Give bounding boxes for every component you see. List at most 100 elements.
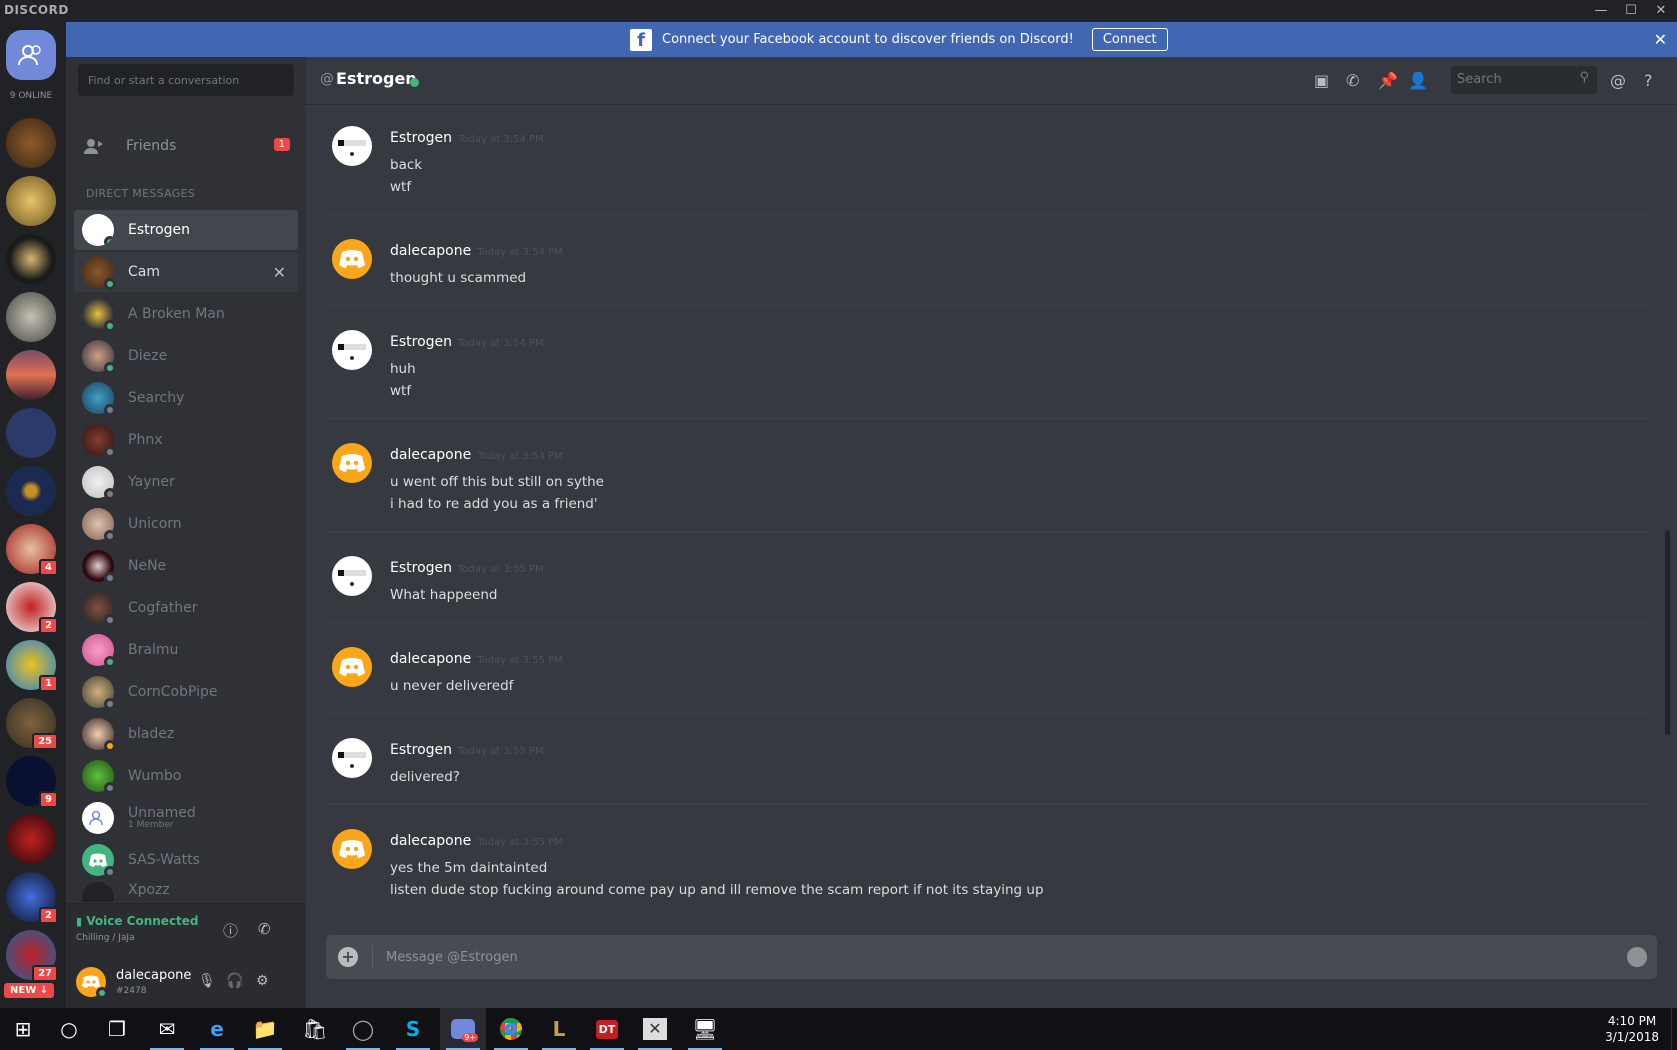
- message-avatar[interactable]: [332, 126, 372, 166]
- message-author[interactable]: Estrogen: [390, 560, 452, 576]
- dm-search-input[interactable]: Find or start a conversation: [78, 64, 294, 96]
- server-icon[interactable]: [6, 408, 56, 458]
- message-avatar[interactable]: [332, 443, 372, 483]
- server-icon[interactable]: 1: [6, 640, 58, 692]
- message-avatar[interactable]: [332, 239, 372, 279]
- message-author[interactable]: dalecapone: [390, 447, 471, 463]
- deafen-icon[interactable]: 🎧: [226, 973, 243, 989]
- message-avatar[interactable]: [332, 647, 372, 687]
- server-icon[interactable]: [6, 234, 56, 284]
- user-avatar[interactable]: [76, 967, 108, 999]
- message-avatar[interactable]: [332, 829, 372, 869]
- dm-item[interactable]: Xpozz: [74, 882, 298, 902]
- avatar: [82, 340, 116, 374]
- member-count: 1 Member: [128, 820, 174, 830]
- game-icon[interactable]: ✕: [632, 1008, 678, 1050]
- dm-item[interactable]: Bralmu: [74, 630, 298, 670]
- store-icon[interactable]: 🛍: [292, 1008, 338, 1050]
- monitor-icon[interactable]: 🖥: [682, 1008, 728, 1050]
- info-icon[interactable]: ⓘ: [223, 920, 238, 941]
- dm-name: Xpozz: [128, 882, 170, 898]
- windows-start-icon[interactable]: ⊞: [0, 1008, 46, 1050]
- user-tag: #2478: [116, 986, 147, 996]
- message-avatar[interactable]: [332, 738, 372, 778]
- chrome-icon[interactable]: [488, 1008, 534, 1050]
- server-icon[interactable]: [6, 176, 56, 226]
- help-icon[interactable]: ?: [1644, 71, 1653, 90]
- scrollbar[interactable]: [1665, 530, 1670, 735]
- divider: [372, 945, 373, 969]
- message-author[interactable]: dalecapone: [390, 651, 471, 667]
- message-avatar[interactable]: [332, 556, 372, 596]
- dt-icon[interactable]: DT: [584, 1008, 630, 1050]
- close-banner-icon[interactable]: ✕: [1654, 30, 1667, 49]
- video-call-icon[interactable]: ▣: [1314, 71, 1329, 90]
- voice-call-icon[interactable]: ✆: [1346, 71, 1359, 90]
- dm-item[interactable]: Phnx: [74, 420, 298, 460]
- server-icon[interactable]: [6, 466, 56, 516]
- add-friend-icon[interactable]: 👤: [1408, 71, 1428, 90]
- dm-item[interactable]: CornCobPipe: [74, 672, 298, 712]
- server-icon[interactable]: 9: [6, 756, 58, 808]
- close-dm-icon[interactable]: ✕: [273, 263, 286, 282]
- dm-item[interactable]: Cogfather: [74, 588, 298, 628]
- server-icon[interactable]: [6, 350, 56, 400]
- skype-icon[interactable]: S: [390, 1008, 436, 1050]
- dm-item[interactable]: SAS-Watts: [74, 840, 298, 880]
- server-icon[interactable]: 27: [6, 930, 58, 982]
- dm-item[interactable]: Yayner: [74, 462, 298, 502]
- home-button[interactable]: [6, 30, 56, 80]
- message-author[interactable]: Estrogen: [390, 130, 452, 146]
- dm-item[interactable]: Searchy: [74, 378, 298, 418]
- edge-icon[interactable]: e: [194, 1008, 240, 1050]
- task-view-icon[interactable]: ❐: [94, 1008, 140, 1050]
- server-icon[interactable]: 25: [6, 698, 58, 750]
- emoji-icon[interactable]: [1627, 947, 1647, 967]
- message-author[interactable]: Estrogen: [390, 742, 452, 758]
- dm-item[interactable]: A Broken Man: [74, 294, 298, 334]
- dm-item[interactable]: Cam ✕: [74, 252, 298, 292]
- mute-icon[interactable]: 🎙: [198, 973, 216, 989]
- facebook-connect-button[interactable]: Connect: [1091, 28, 1168, 51]
- server-icon[interactable]: [6, 814, 56, 864]
- new-unreads-pill[interactable]: NEW ↓: [4, 983, 55, 998]
- file-explorer-icon[interactable]: 📁: [242, 1008, 288, 1050]
- upload-icon[interactable]: +: [338, 947, 358, 967]
- message-input[interactable]: [386, 947, 1586, 967]
- voice-channel[interactable]: Chilling / JaJa: [76, 933, 135, 943]
- league-icon[interactable]: L: [536, 1008, 582, 1050]
- dm-name: Phnx: [128, 432, 163, 448]
- disconnect-icon[interactable]: ✆: [258, 920, 271, 938]
- dm-item[interactable]: Unnamed 1 Member: [74, 798, 298, 838]
- dm-item[interactable]: NeNe: [74, 546, 298, 586]
- dm-item[interactable]: Estrogen: [74, 210, 298, 250]
- maximize-icon[interactable]: ☐: [1622, 2, 1640, 20]
- dm-item[interactable]: Dieze: [74, 336, 298, 376]
- server-icon[interactable]: 2: [6, 872, 58, 924]
- minimize-icon[interactable]: —: [1592, 2, 1610, 20]
- message-author[interactable]: dalecapone: [390, 243, 471, 259]
- show-desktop-button[interactable]: [1671, 1008, 1677, 1050]
- message-author[interactable]: dalecapone: [390, 833, 471, 849]
- close-icon[interactable]: ✕: [1652, 2, 1670, 20]
- mentions-icon[interactable]: @: [1610, 71, 1626, 90]
- server-icon[interactable]: [6, 292, 56, 342]
- cortana-icon[interactable]: ○: [46, 1008, 92, 1050]
- mail-icon[interactable]: ✉: [144, 1008, 190, 1050]
- system-clock[interactable]: 4:10 PM 3/1/2018: [1605, 1013, 1659, 1045]
- pin-icon[interactable]: 📌: [1378, 71, 1398, 90]
- dm-item[interactable]: bladez: [74, 714, 298, 754]
- server-icon[interactable]: [6, 118, 56, 168]
- discord-icon[interactable]: 9+: [440, 1008, 486, 1050]
- dm-item[interactable]: Unicorn: [74, 504, 298, 544]
- settings-icon[interactable]: ⚙: [256, 973, 269, 989]
- signal-icon: ▮: [76, 915, 83, 928]
- server-icon[interactable]: 2: [6, 582, 58, 634]
- dm-item[interactable]: Wumbo: [74, 756, 298, 796]
- message-avatar[interactable]: [332, 330, 372, 370]
- friends-button[interactable]: Friends 1: [74, 126, 298, 166]
- message-author[interactable]: Estrogen: [390, 334, 452, 350]
- server-icon[interactable]: 4: [6, 524, 58, 576]
- header-search-input[interactable]: Search ⚲: [1451, 66, 1597, 94]
- steam-icon[interactable]: ◯: [340, 1008, 386, 1050]
